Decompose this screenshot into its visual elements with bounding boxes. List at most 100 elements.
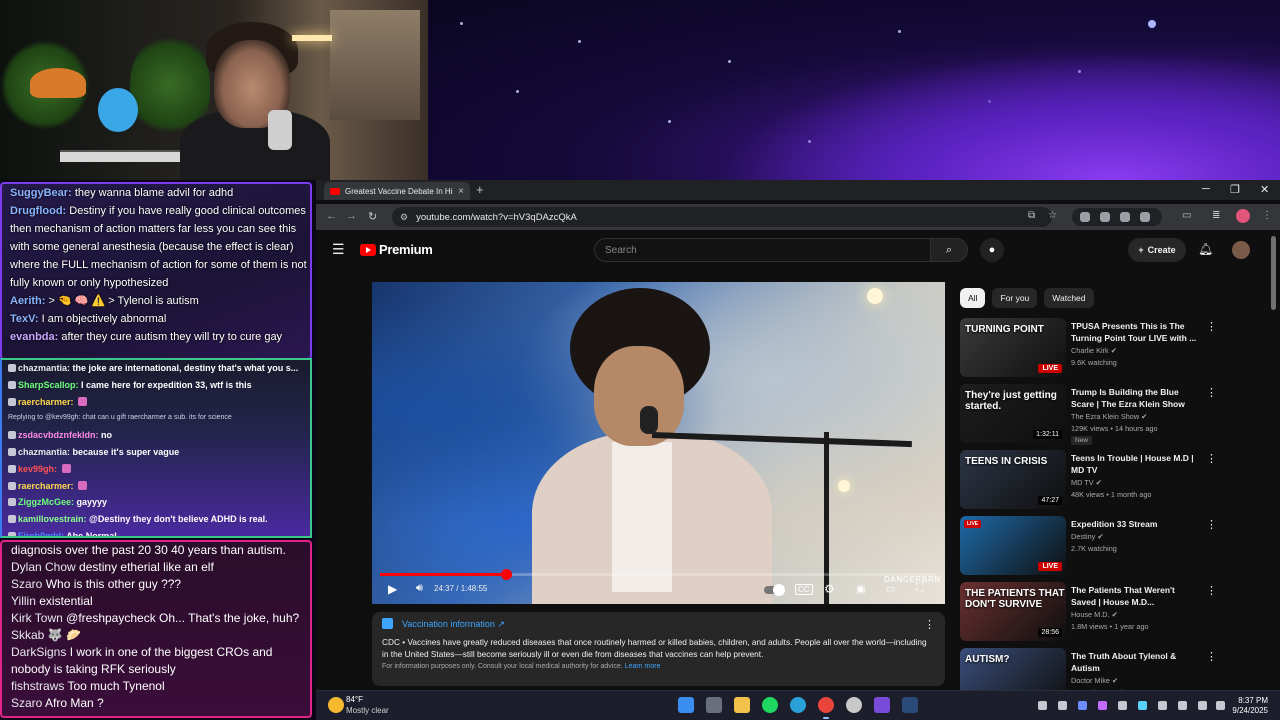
- more-actions-icon[interactable]: ⋮: [924, 618, 935, 631]
- search-button[interactable]: ⌕: [930, 238, 968, 262]
- chat-username[interactable]: zsdacvbdznfekldn:: [18, 430, 99, 440]
- captions-button[interactable]: CC: [795, 584, 813, 595]
- tray-app-icon[interactable]: [1058, 701, 1067, 710]
- weather-temperature[interactable]: 84°F: [346, 695, 363, 704]
- chat-username[interactable]: Dylan Chow: [11, 560, 76, 574]
- close-window-button[interactable]: ✕: [1260, 183, 1269, 196]
- tab-close-icon[interactable]: ×: [458, 186, 464, 197]
- chat-username[interactable]: SharpScallop:: [18, 380, 79, 390]
- chat-username[interactable]: Skkab: [11, 628, 44, 642]
- video-player[interactable]: ▶ 🔊︎ 24:37 / 1:48:55 CC ⚙ ▣ ▭ ⛶ DANGERBR…: [372, 282, 945, 604]
- obs-icon[interactable]: [846, 697, 862, 713]
- edge-icon[interactable]: [790, 697, 806, 713]
- chat-username[interactable]: Drugflood:: [10, 205, 66, 217]
- more-actions-icon[interactable]: ⋮: [1206, 320, 1217, 333]
- more-actions-icon[interactable]: ⋮: [1206, 650, 1217, 663]
- file-explorer-icon[interactable]: [734, 697, 750, 713]
- maximize-button[interactable]: ❐: [1230, 183, 1240, 196]
- recommendation-item[interactable]: TEENS IN CRISIS 47:27 Teens In Trouble | H…: [960, 450, 1218, 516]
- chat-username[interactable]: chazmantia:: [18, 363, 70, 373]
- recommendation-item[interactable]: THE PATIENTS THAT DON'T SURVIVE 28:56 The …: [960, 582, 1218, 648]
- chat-username[interactable]: TexV:: [10, 313, 39, 325]
- spotify-icon[interactable]: [762, 697, 778, 713]
- create-button[interactable]: + Create: [1128, 238, 1186, 262]
- search-box[interactable]: [594, 238, 932, 262]
- recommendation-item[interactable]: TURNING POINT LIVE TPUSA Presents This is …: [960, 318, 1218, 384]
- puzzle-icon[interactable]: [1140, 212, 1150, 222]
- theater-mode-icon[interactable]: ▭: [886, 584, 895, 595]
- extension-icon[interactable]: [1120, 212, 1130, 222]
- chat-username[interactable]: ZiggzMcGee:: [18, 497, 74, 507]
- cast-icon[interactable]: ▭: [1182, 210, 1191, 221]
- account-avatar[interactable]: [1232, 241, 1250, 259]
- learn-more-link[interactable]: Learn more: [625, 663, 661, 670]
- back-arrow-icon[interactable]: ←: [326, 210, 337, 222]
- recommendation-title[interactable]: Trump Is Building the Blue Scare | The E…: [1071, 386, 1201, 410]
- voice-search-button[interactable]: ●: [980, 238, 1004, 262]
- channel-name[interactable]: House M.D. ✔: [1071, 609, 1201, 621]
- recommendation-item[interactable]: LIVE LIVE Expedition 33 Stream Destiny ✔ 2.7…: [960, 516, 1218, 582]
- tab-youtube[interactable]: Greatest Vaccine Debate In History ×: [324, 182, 470, 200]
- volume-icon[interactable]: 🔊︎: [416, 582, 423, 595]
- chat-username[interactable]: evanbda:: [10, 331, 58, 343]
- play-button[interactable]: ▶: [388, 582, 397, 596]
- chat-username[interactable]: kev99gh:: [18, 464, 57, 474]
- tray-app-icon[interactable]: [1178, 701, 1187, 710]
- chat-username[interactable]: fishstraws: [11, 679, 64, 693]
- autoplay-toggle[interactable]: [764, 584, 785, 596]
- recommendation-title[interactable]: The Truth About Tylenol & Autism: [1071, 650, 1201, 674]
- app-icon[interactable]: [874, 697, 890, 713]
- minimize-button[interactable]: ─: [1202, 183, 1210, 195]
- new-tab-button[interactable]: +: [476, 182, 484, 198]
- video-thumbnail[interactable]: LIVE LIVE: [960, 516, 1066, 575]
- search-input[interactable]: [605, 244, 931, 256]
- video-thumbnail[interactable]: They're just getting started. 1:32:11: [960, 384, 1066, 443]
- channel-name[interactable]: The Ezra Klein Show ✔: [1071, 411, 1201, 423]
- channel-name[interactable]: Doctor Mike ✔: [1071, 675, 1201, 687]
- video-thumbnail[interactable]: TEENS IN CRISIS 47:27: [960, 450, 1066, 509]
- chat-username[interactable]: Szaro: [11, 696, 42, 710]
- page-scrollbar[interactable]: [1271, 236, 1276, 310]
- chrome-icon[interactable]: [818, 697, 834, 713]
- info-panel-title[interactable]: Vaccination information ↗: [382, 618, 935, 630]
- profile-avatar[interactable]: [1236, 209, 1250, 223]
- chip-watched[interactable]: Watched: [1044, 288, 1094, 308]
- network-icon[interactable]: [1198, 701, 1207, 710]
- extension-icon[interactable]: [1080, 212, 1090, 222]
- more-actions-icon[interactable]: ⋮: [1206, 518, 1217, 531]
- chat-username[interactable]: raercharmer:: [18, 397, 74, 407]
- chip-for-you[interactable]: For you: [992, 288, 1038, 308]
- progress-scrubber[interactable]: [500, 569, 512, 580]
- tray-chevron-icon[interactable]: [1038, 701, 1047, 710]
- omnibox[interactable]: ⚙ youtube.com/watch?v=hV3qDAzcQkA: [392, 207, 1052, 227]
- settings-gear-icon[interactable]: ⚙: [824, 582, 835, 596]
- chat-username[interactable]: SuggyBear:: [10, 187, 72, 199]
- tray-app-icon[interactable]: [1158, 701, 1167, 710]
- chat-username[interactable]: Szaro: [11, 577, 42, 591]
- chat-username[interactable]: raercharmer:: [18, 481, 74, 491]
- recommendation-title[interactable]: Expedition 33 Stream: [1071, 518, 1201, 530]
- recommendation-title[interactable]: TPUSA Presents This is The Turning Point…: [1071, 320, 1201, 344]
- forward-arrow-icon[interactable]: →: [346, 210, 357, 222]
- chat-username[interactable]: DarkSigns: [11, 645, 66, 659]
- install-icon[interactable]: ⧉: [1028, 210, 1035, 221]
- reading-list-icon[interactable]: ≣: [1212, 210, 1220, 221]
- tray-app-icon[interactable]: [1138, 701, 1147, 710]
- chat-username[interactable]: Yillin: [11, 594, 36, 608]
- steam-icon[interactable]: [902, 697, 918, 713]
- chat-username[interactable]: Aerith:: [10, 295, 45, 307]
- channel-name[interactable]: Destiny ✔: [1071, 531, 1201, 543]
- chip-all[interactable]: All: [960, 288, 986, 308]
- reload-icon[interactable]: ↻: [368, 210, 377, 223]
- channel-name[interactable]: MD TV ✔: [1071, 477, 1201, 489]
- recommendation-title[interactable]: The Patients That Weren't Saved | House …: [1071, 584, 1201, 608]
- hamburger-icon[interactable]: ☰: [332, 241, 345, 258]
- tray-app-icon[interactable]: [1118, 701, 1127, 710]
- video-thumbnail[interactable]: TURNING POINT LIVE: [960, 318, 1066, 377]
- recommendation-item[interactable]: They're just getting started. 1:32:11 Trum…: [960, 384, 1218, 450]
- clock[interactable]: 8:37 PM 9/24/2025: [1218, 696, 1268, 716]
- menu-kebab-icon[interactable]: ⋮: [1262, 210, 1272, 221]
- bookmark-star-icon[interactable]: ☆: [1048, 210, 1057, 221]
- recommendation-title[interactable]: Teens In Trouble | House M.D | MD TV: [1071, 452, 1201, 476]
- video-thumbnail[interactable]: THE PATIENTS THAT DON'T SURVIVE 28:56: [960, 582, 1066, 641]
